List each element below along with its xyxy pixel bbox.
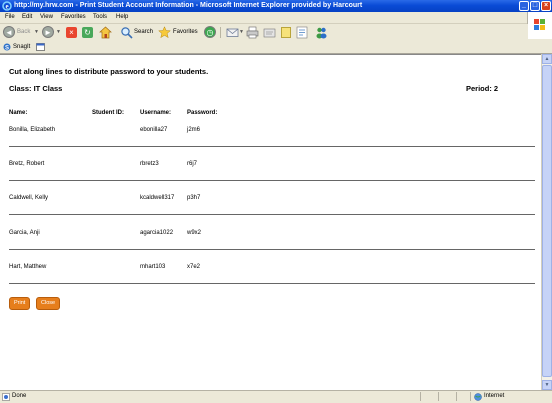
cut-line — [9, 180, 535, 181]
period-label: Period: 2 — [466, 84, 499, 93]
cut-line — [9, 146, 535, 147]
messenger-icon[interactable] — [315, 26, 328, 39]
menu-tools[interactable]: Tools — [93, 12, 107, 23]
student-password: w9x2 — [187, 230, 202, 236]
forward-arrow-icon[interactable]: ► — [42, 26, 54, 38]
back-dropdown-icon[interactable]: ▼ — [34, 26, 39, 39]
scroll-down-icon[interactable]: ▼ — [542, 380, 552, 390]
mail-dropdown-icon[interactable]: ▼ — [239, 26, 244, 39]
instruction-text: Cut along lines to distribute password t… — [9, 67, 209, 76]
column-header-student-id: Student ID: — [92, 110, 124, 116]
forward-dropdown-icon[interactable]: ▼ — [56, 26, 61, 39]
student-name: Caldwell, Kelly — [9, 195, 49, 201]
column-header-name: Name: — [9, 110, 28, 116]
stop-icon[interactable]: × — [66, 27, 77, 38]
page-done-icon — [2, 393, 10, 401]
back-label[interactable]: Back — [17, 26, 30, 39]
capture-window-icon[interactable] — [36, 43, 45, 51]
search-icon[interactable] — [120, 26, 133, 39]
cut-line — [9, 249, 535, 250]
mail-icon[interactable] — [226, 26, 239, 39]
student-password: j2m6 — [187, 127, 201, 133]
notes-icon[interactable] — [281, 27, 291, 38]
status-divider — [456, 392, 457, 401]
security-zone-label: Internet — [484, 393, 505, 399]
internet-globe-icon — [474, 393, 482, 401]
student-username: ebonilla27 — [140, 127, 168, 133]
student-username: agarcia1022 — [140, 230, 174, 236]
edit-icon[interactable] — [263, 26, 276, 39]
column-header-username: Username: — [140, 110, 172, 116]
search-label[interactable]: Search — [134, 26, 153, 39]
menu-file[interactable]: File — [5, 12, 15, 23]
scroll-up-icon[interactable]: ▲ — [542, 54, 552, 64]
svg-text:S: S — [5, 45, 9, 51]
student-name: Garcia, Anji — [9, 230, 40, 236]
cut-line — [9, 214, 535, 215]
student-username: kcaldwell317 — [140, 195, 175, 201]
close-window-button[interactable]: × — [541, 1, 551, 11]
print-button[interactable]: Print — [9, 297, 31, 310]
page-content: Cut along lines to distribute password t… — [0, 54, 541, 390]
menu-edit[interactable]: Edit — [22, 12, 32, 23]
back-arrow-icon[interactable]: ◄ — [3, 26, 15, 38]
student-username: rbretz3 — [140, 161, 159, 167]
student-password: r6j7 — [187, 161, 198, 167]
maximize-button[interactable]: □ — [530, 1, 540, 11]
toolbar-separator — [220, 27, 221, 38]
column-header-password: Password: — [187, 110, 218, 116]
student-password: p3h7 — [187, 195, 201, 201]
status-divider — [420, 392, 421, 401]
favorites-star-icon[interactable] — [158, 26, 171, 39]
cut-line — [9, 283, 535, 284]
svg-text:e: e — [5, 3, 8, 11]
student-name: Hart, Matthew — [9, 264, 47, 270]
ie-logo-icon: e — [2, 1, 12, 11]
snagit-icon[interactable]: S — [3, 43, 11, 51]
menu-view[interactable]: View — [40, 12, 53, 23]
research-icon[interactable] — [296, 26, 309, 39]
title-bar[interactable]: e http://my.hrw.com - Print Student Acco… — [0, 0, 552, 12]
status-divider — [470, 392, 471, 401]
history-icon[interactable]: ◷ — [204, 26, 216, 38]
print-icon[interactable] — [246, 26, 259, 39]
links-bar: S SnagIt — [0, 41, 552, 54]
toolbar: ◄ Back ▼ ► ▼ × ↻ Search Favorites ◷ ▼ — [0, 24, 528, 42]
status-divider — [438, 392, 439, 401]
snagit-label[interactable]: SnagIt — [13, 41, 30, 53]
minimize-button[interactable]: _ — [519, 1, 529, 11]
close-button[interactable]: Close — [36, 297, 61, 310]
favorites-label[interactable]: Favorites — [173, 26, 198, 39]
windows-logo-icon — [527, 12, 552, 39]
status-text: Done — [12, 393, 27, 399]
scroll-thumb[interactable] — [542, 65, 552, 377]
student-name: Bonilla, Elizabeth — [9, 127, 56, 133]
menu-favorites[interactable]: Favorites — [61, 12, 86, 23]
menu-help[interactable]: Help — [116, 12, 128, 23]
class-label: Class: IT Class — [9, 84, 63, 93]
window-title: http://my.hrw.com - Print Student Accoun… — [14, 2, 363, 9]
vertical-scrollbar[interactable]: ▲ ▼ — [541, 54, 552, 390]
menu-bar: File Edit View Favorites Tools Help — [0, 12, 552, 24]
student-name: Bretz, Robert — [9, 161, 45, 167]
refresh-icon[interactable]: ↻ — [82, 27, 93, 38]
status-bar: Done Internet — [0, 390, 552, 403]
student-username: mhart103 — [140, 264, 166, 270]
home-icon[interactable] — [99, 26, 112, 39]
student-password: x7e2 — [187, 264, 201, 270]
